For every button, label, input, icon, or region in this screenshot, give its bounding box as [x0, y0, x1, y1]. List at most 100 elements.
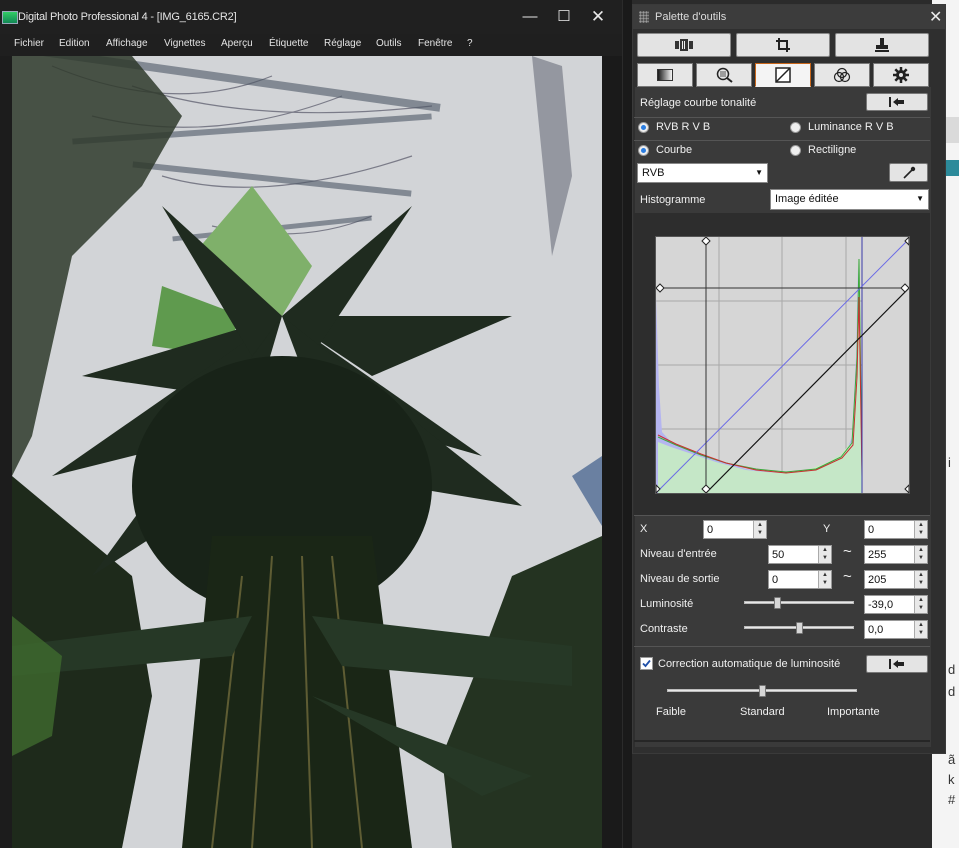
reset-icon: [889, 97, 904, 107]
photo-gutter: [602, 56, 622, 848]
input-level-low-value: 50: [772, 549, 785, 561]
menu-vignettes[interactable]: Vignettes: [164, 38, 206, 49]
histogram-label: Histogramme: [640, 194, 706, 206]
detail-icon: [716, 67, 733, 83]
curve-reset-button[interactable]: [866, 93, 928, 111]
auto-level-mid: Standard: [740, 706, 785, 718]
background-text: i: [948, 455, 951, 470]
auto-level-slider-thumb[interactable]: [758, 685, 766, 697]
crop-button[interactable]: [736, 33, 830, 57]
menu-edition[interactable]: Edition: [59, 38, 90, 49]
menu-fichier[interactable]: Fichier: [14, 38, 44, 49]
background-text: #: [948, 792, 956, 807]
input-level-low[interactable]: 50 ▲ ▼: [768, 545, 832, 564]
spinner-arrows-icon[interactable]: ▲ ▼: [914, 521, 927, 538]
tab-settings[interactable]: [873, 63, 929, 87]
input-level-label: Niveau d'entrée: [640, 548, 717, 560]
output-level-high[interactable]: 205 ▲ ▼: [864, 570, 928, 589]
palette-close-button[interactable]: ✕: [929, 7, 942, 27]
output-level-high-value: 205: [868, 574, 887, 586]
crop-icon: [776, 38, 790, 52]
output-level-low-value: 0: [772, 574, 779, 586]
spinner-arrows-icon[interactable]: ▲ ▼: [753, 521, 766, 538]
menu-fenetre[interactable]: Fenêtre: [418, 38, 452, 49]
spinner-arrows-icon[interactable]: ▲ ▼: [914, 546, 927, 563]
menu-help[interactable]: ?: [467, 38, 473, 49]
menu-outils[interactable]: Outils: [376, 38, 402, 49]
y-input[interactable]: 0 ▲ ▼: [864, 520, 928, 539]
tone-curve-icon: [775, 67, 791, 83]
grip-icon[interactable]: [639, 11, 649, 23]
spinner-arrows-icon[interactable]: ▲ ▼: [914, 621, 927, 638]
menu-etiquette[interactable]: Étiquette: [269, 38, 308, 49]
brightness-input[interactable]: -39,0 ▲ ▼: [864, 595, 928, 614]
background-text: ã: [948, 752, 956, 767]
menu-apercu[interactable]: Aperçu: [221, 38, 253, 49]
divider: [634, 646, 930, 647]
radio-curve[interactable]: [638, 145, 649, 156]
minimize-button[interactable]: —: [514, 6, 546, 28]
menu-reglage[interactable]: Réglage: [324, 38, 361, 49]
spinner-arrows-icon[interactable]: ▲ ▼: [914, 596, 927, 613]
lens-correction-button[interactable]: [637, 33, 731, 57]
radio-curve-label: Courbe: [656, 144, 693, 156]
brightness-slider-thumb[interactable]: [774, 597, 782, 609]
background-text: d: [948, 684, 956, 699]
tab-detail[interactable]: [696, 63, 752, 87]
eyedropper-button[interactable]: [889, 163, 928, 182]
auto-level-low: Faible: [656, 706, 686, 718]
dial-icon: [675, 39, 693, 51]
background-text: k: [948, 772, 955, 787]
menu-affichage[interactable]: Affichage: [106, 38, 148, 49]
input-level-high[interactable]: 255 ▲ ▼: [864, 545, 928, 564]
spinner-arrows-icon[interactable]: ▲ ▼: [914, 571, 927, 588]
photo-preview[interactable]: [12, 56, 602, 848]
color-icon: [833, 67, 851, 83]
contrast-slider-thumb[interactable]: [795, 622, 803, 634]
maximize-button[interactable]: ☐: [548, 6, 580, 28]
divider: [634, 140, 930, 141]
output-level-low[interactable]: 0 ▲ ▼: [768, 570, 832, 589]
contrast-input[interactable]: 0,0 ▲ ▼: [864, 620, 928, 639]
brightness-slider[interactable]: [744, 601, 854, 604]
divider: [634, 117, 930, 118]
stamp-icon: [875, 38, 889, 52]
channel-select[interactable]: RVB ▼: [637, 163, 768, 183]
palette-empty-area: [632, 754, 932, 848]
spinner-arrows-icon[interactable]: ▲ ▼: [818, 571, 831, 588]
background-text: d: [948, 662, 956, 677]
tab-tone-curve[interactable]: [755, 63, 811, 87]
curve-svg: [655, 235, 910, 495]
radio-rgb-label: RVB R V B: [656, 121, 711, 133]
palette-title: Palette d'outils: [655, 11, 727, 23]
title-bar[interactable]: Digital Photo Professional 4 - [IMG_6165…: [0, 0, 622, 34]
radio-rgb[interactable]: [638, 122, 649, 133]
window-title: Digital Photo Professional 4 - [IMG_6165…: [18, 11, 237, 23]
dpp-main-window: Digital Photo Professional 4 - [IMG_6165…: [0, 0, 622, 848]
tab-exposure[interactable]: [637, 63, 693, 87]
contrast-value: 0,0: [868, 624, 884, 636]
chevron-down-icon: ▼: [916, 194, 924, 203]
histogram-select[interactable]: Image éditée ▼: [770, 189, 929, 210]
radio-linear[interactable]: [790, 145, 801, 156]
photo-image: [12, 56, 602, 848]
auto-brightness-reset-button[interactable]: [866, 655, 928, 673]
chevron-down-icon: ▼: [755, 168, 763, 177]
tone-curve-graph[interactable]: [655, 235, 910, 495]
x-input[interactable]: 0 ▲ ▼: [703, 520, 767, 539]
dpp-app-icon: [2, 11, 18, 24]
tab-color[interactable]: [814, 63, 870, 87]
brightness-value: -39,0: [868, 599, 894, 611]
section-title: Réglage courbe tonalité: [640, 97, 757, 109]
y-label: Y: [823, 523, 831, 535]
spinner-arrows-icon[interactable]: ▲ ▼: [818, 546, 831, 563]
range-tilde: ~: [843, 568, 852, 585]
close-button[interactable]: ✕: [582, 6, 614, 28]
palette-title-bar[interactable]: Palette d'outils ✕: [633, 5, 945, 29]
radio-luminance[interactable]: [790, 122, 801, 133]
histogram-select-value: Image éditée: [775, 193, 839, 205]
y-value: 0: [868, 524, 875, 536]
background-gap: [623, 0, 632, 848]
stamp-button[interactable]: [835, 33, 929, 57]
auto-brightness-checkbox[interactable]: [640, 657, 653, 670]
